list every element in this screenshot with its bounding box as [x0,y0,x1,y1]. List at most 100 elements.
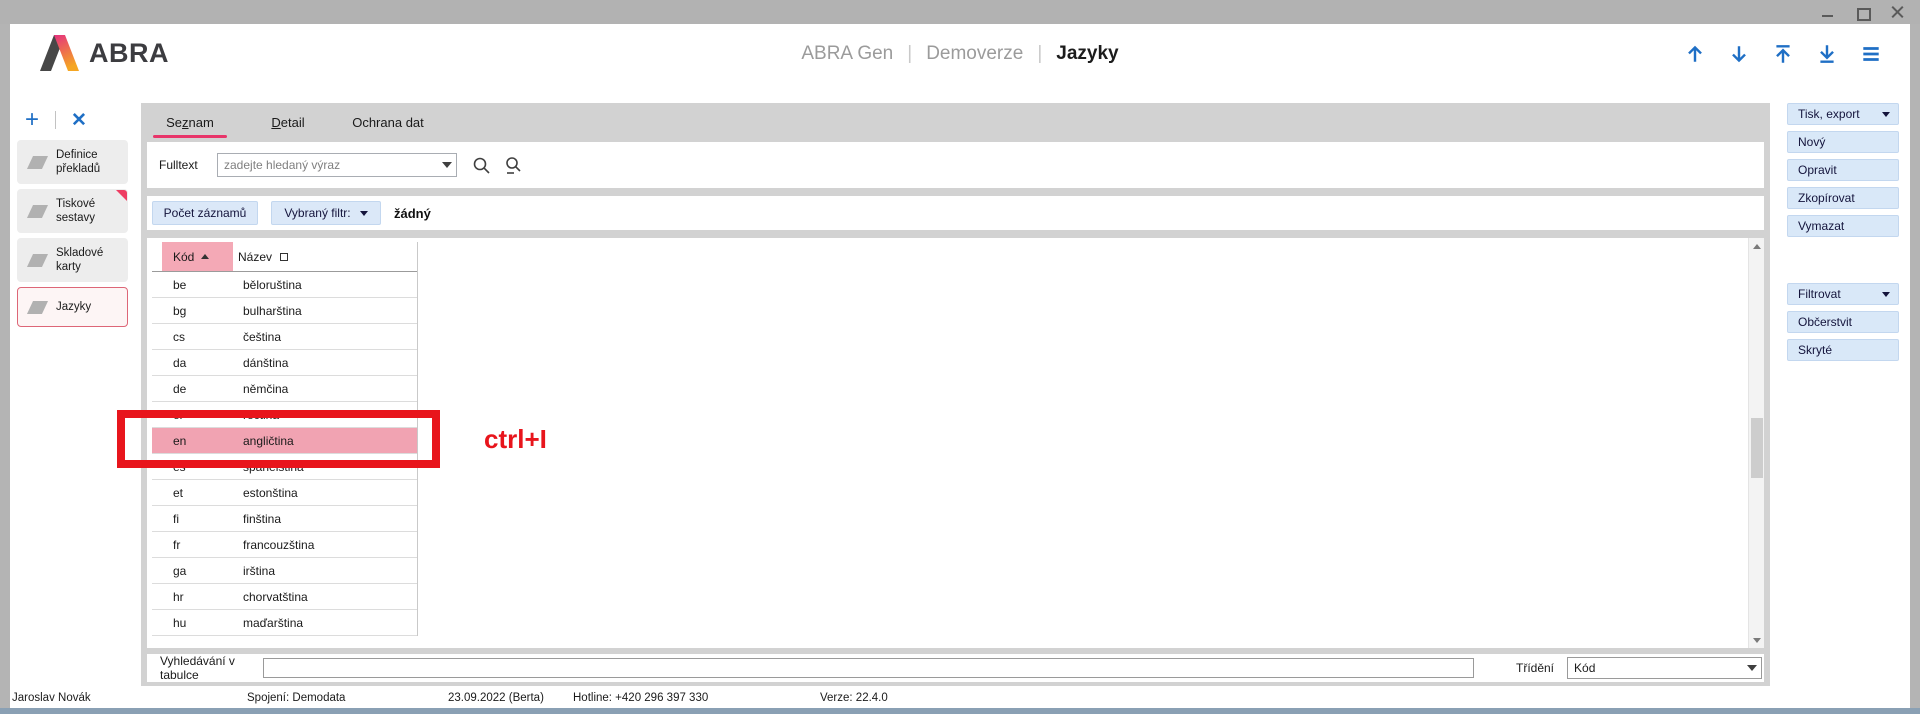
table-row-hr[interactable]: hrchorvatština [152,584,417,610]
cell-code: hu [152,616,233,630]
sidebar-tools: + ✕ [20,108,91,132]
window-titlebar [0,0,1920,24]
group-box-icon [280,253,288,261]
table-row-be[interactable]: beběloruština [152,272,417,298]
annotation-shortcut-label: ctrl+I [484,424,547,455]
table-search-input[interactable] [263,658,1474,678]
column-header-kod[interactable]: Kód [162,242,233,271]
cell-code: fi [152,512,233,526]
nov--button[interactable]: Nový [1787,131,1899,153]
column-header-nazev-label: Název [238,250,272,264]
chevron-down-icon [1882,292,1890,297]
breadcrumb-agenda: Jazyky [1056,43,1118,65]
table-row-fr[interactable]: frfrancouzština [152,532,417,558]
cell-name: maďarština [233,616,303,630]
table-row-en[interactable]: enangličtina [152,428,417,454]
table-row-cs[interactable]: csčeština [152,324,417,350]
fulltext-combobox[interactable] [217,153,457,177]
maximize-icon[interactable] [1856,6,1869,19]
sidebar-item-jazyky[interactable]: Jazyky [17,287,128,327]
arrow-to-bottom-icon[interactable] [1816,43,1838,65]
table-area: Kód Název beběloruštinabgbulharštinacsče… [147,238,1764,648]
cell-name: francouzština [233,538,314,552]
selected-filter-button[interactable]: Vybraný filtr: [271,201,381,225]
table-row-ga[interactable]: gairština [152,558,417,584]
status-user: Jaroslav Novák [12,692,91,704]
main-panel: Seznam Detail Ochrana dat Fulltext Počet… [141,103,1770,686]
add-agenda-icon[interactable]: + [20,108,44,132]
action-button-label: Tisk, export [1798,107,1860,121]
breadcrumb-separator: | [1037,43,1042,65]
sidebar-items: Definice překladů Tiskové sestavy Skladové… [17,140,128,327]
skryt--button[interactable]: Skryté [1787,339,1899,361]
column-header-kod-label: Kód [173,250,194,264]
record-count-button[interactable]: Počet záznamů [152,201,258,225]
table-row-et[interactable]: etestonština [152,480,417,506]
zkop-rovat-button[interactable]: Zkopírovat [1787,187,1899,209]
breadcrumb-separator: | [907,43,912,65]
cell-code: cs [152,330,233,344]
cell-code: es [152,460,233,474]
search-icon[interactable] [472,156,491,175]
arrow-up-icon[interactable] [1684,43,1706,65]
sidebar-item-tiskov-sestavy[interactable]: Tiskové sestavy [17,189,128,233]
cell-code: et [152,486,233,500]
cell-name: řečtina [233,408,279,422]
action-button-label: Občerstvit [1798,315,1852,329]
cell-code: en [152,434,233,448]
table-row-hu[interactable]: humaďarština [152,610,417,636]
languages-table: Kód Název beběloruštinabgbulharštinacsče… [152,242,418,636]
scroll-down-icon[interactable] [1749,632,1765,648]
notification-corner-icon [116,190,127,201]
action-button-label: Vymazat [1798,219,1844,233]
agenda-icon [27,301,48,314]
sort-ascending-icon [201,254,209,259]
vymazat-button[interactable]: Vymazat [1787,215,1899,237]
column-header-nazev[interactable]: Název [233,242,288,271]
app-header: ABRA ABRA Gen | Demoverze | Jazyky [10,24,1910,84]
selected-filter-label: Vybraný filtr: [284,206,350,220]
close-icon[interactable] [1891,6,1904,19]
close-agenda-icon[interactable]: ✕ [67,108,91,132]
filtrovat-button[interactable]: Filtrovat [1787,283,1899,305]
cell-name: finština [233,512,281,526]
search-advanced-icon[interactable] [504,156,523,175]
ob-erstvit-button[interactable]: Občerstvit [1787,311,1899,333]
table-rows: beběloruštinabgbulharštinacsčeštinadadán… [152,272,417,636]
tab-seznam[interactable]: Seznam [153,103,227,142]
minimize-icon[interactable] [1821,6,1834,19]
status-connection: Spojení: Demodata [247,692,345,704]
app-window: ABRA ABRA Gen | Demoverze | Jazyky + ✕ D… [10,24,1910,709]
table-row-bg[interactable]: bgbulharština [152,298,417,324]
opravit-button[interactable]: Opravit [1787,159,1899,181]
vertical-scrollbar[interactable] [1748,238,1764,648]
chevron-down-icon[interactable] [438,154,456,176]
menu-icon[interactable] [1860,43,1882,65]
tab-ochrana-dat[interactable]: Ochrana dat [337,103,439,142]
status-version: Verze: 22.4.0 [820,692,888,704]
tisk-export-button[interactable]: Tisk, export [1787,103,1899,125]
scroll-up-icon[interactable] [1749,238,1765,254]
sort-dropdown[interactable]: Kód [1567,657,1762,679]
cell-name: běloruština [233,278,302,292]
sidebar-item-definice-p-eklad-[interactable]: Definice překladů [17,140,128,184]
action-button-label: Opravit [1798,163,1837,177]
bottom-edge-strip [0,708,1920,714]
arrow-down-icon[interactable] [1728,43,1750,65]
tab-detail[interactable]: Detail [253,103,323,142]
status-hotline: Hotline: +420 296 397 330 [573,692,708,704]
arrow-to-top-icon[interactable] [1772,43,1794,65]
sidebar-item-label: Jazyky [56,300,91,314]
scrollbar-thumb[interactable] [1751,418,1763,478]
sidebar-item-skladov-karty[interactable]: Skladové karty [17,238,128,282]
fulltext-input[interactable] [218,155,438,175]
table-row-el[interactable]: elřečtina [152,402,417,428]
table-row-es[interactable]: esšpanělština [152,454,417,480]
fulltext-label: Fulltext [159,158,205,172]
table-row-de[interactable]: deněmčina [152,376,417,402]
cell-name: estonština [233,486,298,500]
table-row-fi[interactable]: fifinština [152,506,417,532]
cell-code: fr [152,538,233,552]
table-search-bar: Vyhledávání v tabulce Třídění Kód [147,654,1764,682]
table-row-da[interactable]: dadánština [152,350,417,376]
